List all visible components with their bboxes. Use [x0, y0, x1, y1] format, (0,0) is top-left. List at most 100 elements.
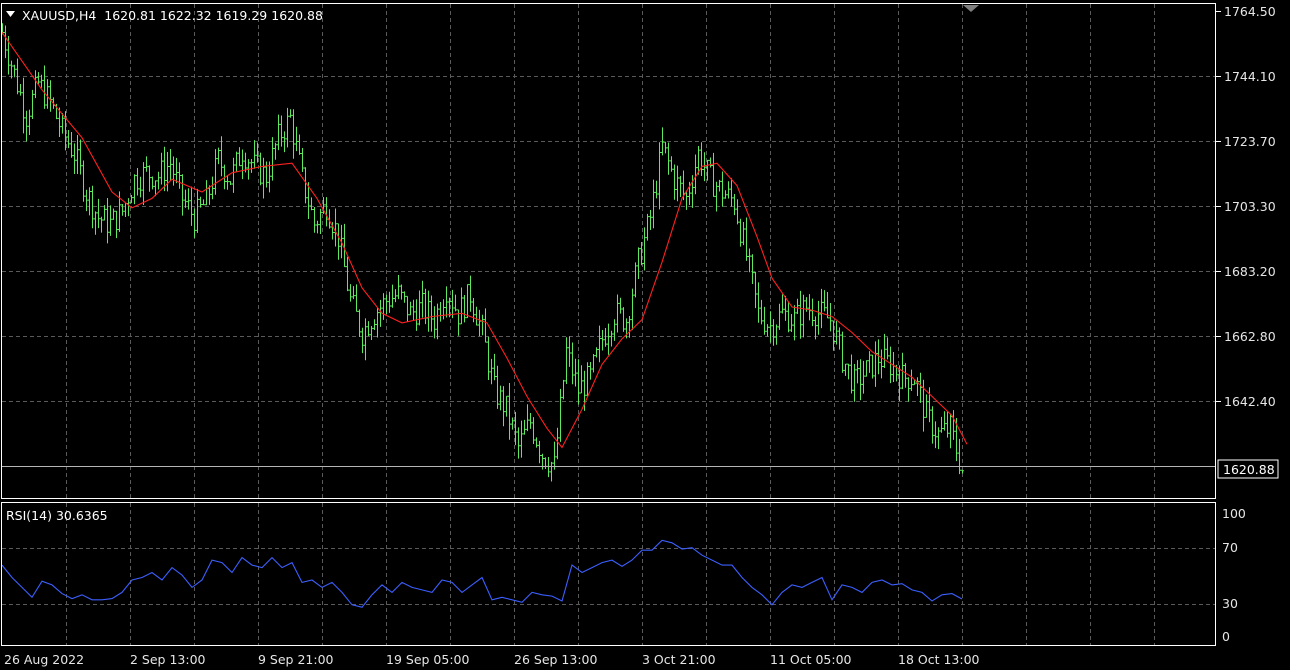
price-label: 1703.30: [1224, 199, 1276, 214]
candle: [646, 213, 649, 241]
candle: [175, 157, 178, 184]
candle: [745, 217, 748, 261]
candle: [850, 354, 853, 394]
candle: [382, 293, 385, 320]
candle: [919, 372, 922, 403]
candle: [205, 180, 208, 206]
candle: [301, 148, 304, 172]
candle: [346, 256, 349, 292]
candle: [400, 284, 403, 300]
candle: [598, 325, 601, 363]
candle: [436, 303, 439, 340]
candle: [820, 288, 823, 329]
candle: [733, 193, 736, 216]
candle: [754, 271, 757, 309]
candle: [748, 248, 751, 273]
rsi-level-label: 30: [1222, 596, 1238, 611]
candle: [10, 60, 13, 79]
time-label: 2 Sep 13:00: [130, 652, 206, 667]
candle: [916, 377, 919, 396]
candle: [70, 132, 73, 158]
candle: [790, 314, 793, 332]
price-label: 1744.10: [1224, 69, 1276, 84]
candle: [862, 360, 865, 394]
candle: [274, 142, 277, 160]
candle: [883, 333, 886, 368]
candle: [367, 321, 370, 337]
candle: [571, 342, 574, 385]
candle: [712, 152, 715, 197]
triangle-down-icon[interactable]: [6, 11, 15, 17]
candle: [445, 286, 448, 318]
candle: [889, 346, 892, 384]
candle: [655, 180, 658, 199]
candle: [136, 167, 139, 196]
candle: [376, 307, 379, 338]
candle: [406, 295, 409, 322]
candle: [772, 319, 775, 346]
rsi-chart-frame: [1, 502, 1216, 646]
candle: [97, 198, 100, 229]
candle: [934, 421, 937, 449]
candle: [211, 176, 214, 200]
candle: [841, 331, 844, 373]
candle: [781, 294, 784, 314]
candle: [310, 197, 313, 211]
candle: [925, 394, 928, 418]
symbol-info: XAUUSD,H4 1620.81 1622.32 1619.29 1620.8…: [22, 8, 323, 23]
rsi-level-label: 70: [1222, 540, 1238, 555]
candle: [718, 179, 721, 192]
candle: [757, 282, 760, 323]
candle: [676, 165, 679, 202]
moving-average-line: [1, 31, 968, 449]
candle: [235, 151, 238, 172]
shift-marker-icon[interactable]: [963, 5, 979, 12]
chart-window[interactable]: XAUUSD,H4 1620.81 1622.32 1619.29 1620.8…: [0, 0, 1290, 670]
candle: [637, 247, 640, 280]
candle: [67, 129, 70, 149]
candle: [580, 365, 583, 394]
candle: [31, 89, 34, 119]
candle: [439, 302, 442, 322]
candle: [679, 175, 682, 197]
candle: [76, 134, 79, 174]
candle: [487, 336, 490, 380]
candle: [460, 287, 463, 325]
candle: [133, 174, 136, 205]
candle: [829, 303, 832, 332]
current-price-tag: 1620.88: [1217, 459, 1279, 479]
candle: [481, 314, 484, 336]
candle: [565, 337, 568, 385]
candle: [643, 227, 646, 271]
candle: [706, 159, 709, 181]
candle: [796, 298, 799, 315]
candle: [808, 294, 811, 321]
candle: [517, 427, 520, 459]
candle: [835, 320, 838, 345]
candle: [496, 365, 499, 409]
candle: [601, 330, 604, 351]
candle: [535, 437, 538, 448]
candle: [865, 360, 868, 377]
candle: [142, 162, 145, 205]
candle: [46, 79, 49, 109]
candle: [43, 65, 46, 109]
candle: [844, 363, 847, 376]
candle: [325, 197, 328, 227]
candle: [169, 148, 172, 181]
candle: [568, 336, 571, 367]
candle: [484, 308, 487, 343]
candle: [229, 181, 232, 186]
candle: [910, 369, 913, 391]
candle: [355, 284, 358, 312]
candle: [193, 208, 196, 238]
candle: [295, 126, 298, 152]
time-label: 19 Sep 05:00: [386, 652, 469, 667]
candle: [4, 25, 7, 59]
candle: [160, 152, 163, 185]
candle: [388, 291, 391, 313]
candle: [418, 290, 421, 326]
candle: [859, 359, 862, 401]
candle: [352, 286, 355, 300]
candle: [145, 156, 148, 172]
